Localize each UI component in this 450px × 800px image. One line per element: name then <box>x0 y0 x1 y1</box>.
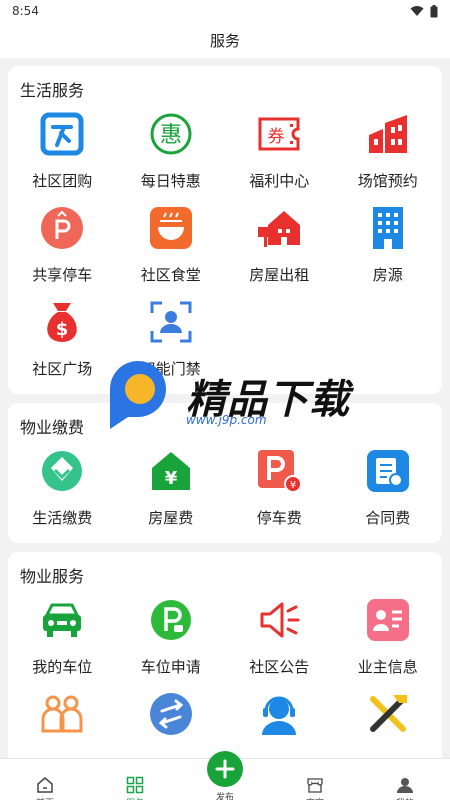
service-house-rent[interactable]: 房屋出租 <box>225 198 334 292</box>
status-icons <box>410 4 438 18</box>
service-support[interactable] <box>225 684 334 758</box>
service-group-buy[interactable]: 社区团购 <box>8 104 117 198</box>
user-icon <box>397 778 413 793</box>
section-title: 物业服务 <box>20 567 85 586</box>
wifi-icon <box>410 6 424 16</box>
canteen-icon <box>147 204 195 252</box>
publish-button[interactable] <box>207 751 243 787</box>
shop-icon <box>307 778 323 793</box>
tab-label: 服务 <box>126 796 144 800</box>
tab-label: 首页 <box>36 796 54 800</box>
tab-label: 发布 <box>215 793 234 800</box>
owner-info-icon <box>364 596 412 644</box>
tab-merchants[interactable]: 商家 <box>270 759 360 800</box>
service-daily-deal[interactable]: 惠 每日特惠 <box>117 104 226 198</box>
group-buy-icon <box>38 110 86 158</box>
service-smart-access[interactable]: 智能门禁 <box>117 292 226 386</box>
parking-fee-icon: ¥ <box>255 447 303 495</box>
face-scan-icon <box>147 298 195 346</box>
service-label: 共享停车 <box>32 266 93 284</box>
service-label: 福利中心 <box>249 172 310 190</box>
service-label: 我的车位 <box>32 658 93 676</box>
venue-icon <box>364 110 412 158</box>
announcement-icon <box>255 596 303 644</box>
life-services-card: 生活服务 社区团购 惠 每日特惠 券 福利中心 场馆预约 共享停车 社区食堂 房… <box>8 66 442 394</box>
contract-fee-icon <box>364 447 412 495</box>
service-family[interactable] <box>8 684 117 758</box>
service-label: 智能门禁 <box>140 360 201 378</box>
car-icon <box>38 596 86 644</box>
parking-apply-icon <box>147 596 195 644</box>
svg-text:券: 券 <box>268 127 285 147</box>
service-repair[interactable] <box>334 684 443 758</box>
status-bar: 8:54 <box>0 0 450 22</box>
tab-label: 商家 <box>306 796 324 800</box>
page-title: 服务 <box>209 31 240 50</box>
service-parking-apply[interactable]: 车位申请 <box>117 590 226 684</box>
service-transfer[interactable] <box>117 684 226 758</box>
service-welfare[interactable]: 券 福利中心 <box>225 104 334 198</box>
grid-icon <box>126 776 144 794</box>
service-utility-pay[interactable]: 生活缴费 <box>8 441 117 535</box>
service-label: 每日特惠 <box>140 172 201 190</box>
service-label: 生活缴费 <box>32 509 93 527</box>
home-icon <box>37 777 53 793</box>
svg-text:$: $ <box>56 319 69 340</box>
section-title: 物业缴费 <box>20 418 85 437</box>
tab-me[interactable]: 我的 <box>360 759 450 800</box>
repair-icon <box>364 690 412 738</box>
svg-text:惠: 惠 <box>160 123 182 148</box>
service-parking-fee[interactable]: ¥ 停车费 <box>225 441 334 535</box>
service-owner-info[interactable]: 业主信息 <box>334 590 443 684</box>
tab-publish[interactable]: 发布 <box>180 751 270 800</box>
money-bag-icon: $ <box>38 298 86 346</box>
service-venue[interactable]: 场馆预约 <box>334 104 443 198</box>
utility-pay-icon <box>38 447 86 495</box>
service-shared-parking[interactable]: 共享停车 <box>8 198 117 292</box>
battery-icon <box>430 4 438 17</box>
house-rent-icon <box>255 204 303 252</box>
property-services-card: 物业服务 我的车位 车位申请 社区公告 业主信息 <box>8 552 442 758</box>
shared-parking-icon <box>38 204 86 252</box>
property-payment-card: 物业缴费 生活缴费 ¥ 房屋费 ¥ 停车费 合同费 <box>8 403 442 543</box>
service-label: 社区公告 <box>249 658 310 676</box>
coupon-icon: 券 <box>255 110 303 158</box>
tab-home[interactable]: 首页 <box>0 759 90 800</box>
service-contract-fee[interactable]: 合同费 <box>334 441 443 535</box>
service-label: 社区广场 <box>32 360 93 378</box>
service-label: 社区团购 <box>32 172 93 190</box>
service-label: 合同费 <box>365 509 411 527</box>
bottom-tab-bar: 首页 服务 发布 商家 我的 <box>0 751 450 800</box>
svg-text:¥: ¥ <box>290 480 296 491</box>
building-icon <box>364 204 412 252</box>
support-icon <box>255 690 303 738</box>
service-label: 社区食堂 <box>140 266 201 284</box>
section-title: 生活服务 <box>20 81 85 100</box>
service-canteen[interactable]: 社区食堂 <box>117 198 226 292</box>
house-fee-icon: ¥ <box>147 447 195 495</box>
title-bar: 服务 <box>0 22 450 58</box>
service-label: 业主信息 <box>357 658 418 676</box>
service-label: 房屋出租 <box>249 266 310 284</box>
service-label: 车位申请 <box>140 658 201 676</box>
service-label: 房屋费 <box>148 509 194 527</box>
tab-services[interactable]: 服务 <box>90 759 180 800</box>
service-label: 场馆预约 <box>357 172 418 190</box>
service-label: 房源 <box>372 266 403 284</box>
family-icon <box>38 690 86 738</box>
svg-text:¥: ¥ <box>164 468 177 489</box>
transfer-icon <box>147 690 195 738</box>
service-announcement[interactable]: 社区公告 <box>225 590 334 684</box>
services-content[interactable]: 生活服务 社区团购 惠 每日特惠 券 福利中心 场馆预约 共享停车 社区食堂 房… <box>0 58 450 758</box>
daily-deal-icon: 惠 <box>147 110 195 158</box>
service-community-plaza[interactable]: $ 社区广场 <box>8 292 117 386</box>
service-listings[interactable]: 房源 <box>334 198 443 292</box>
service-house-fee[interactable]: ¥ 房屋费 <box>117 441 226 535</box>
tab-label: 我的 <box>396 796 414 800</box>
status-time: 8:54 <box>12 4 39 18</box>
service-my-parking[interactable]: 我的车位 <box>8 590 117 684</box>
plus-icon <box>215 759 235 779</box>
service-label: 停车费 <box>256 509 302 527</box>
